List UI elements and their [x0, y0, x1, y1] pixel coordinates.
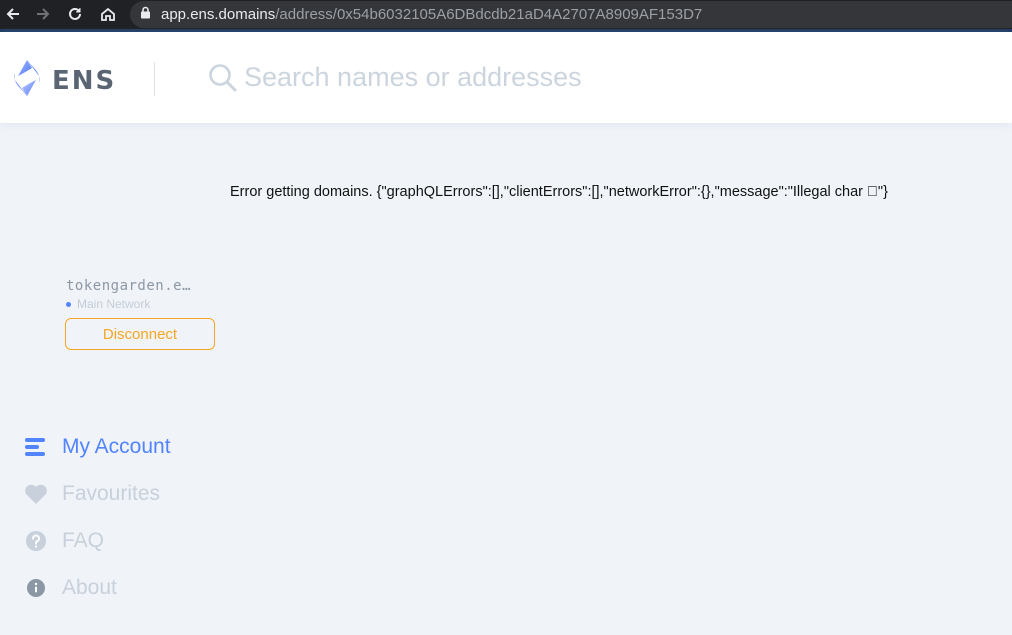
- url-host: app.ens.domains: [161, 6, 276, 23]
- ens-logo[interactable]: ENS: [10, 59, 116, 102]
- forward-arrow-icon[interactable]: [30, 0, 56, 28]
- info-icon: [24, 576, 48, 600]
- address-bar[interactable]: app.ens.domains/address/0x54b6032105A6DB…: [130, 1, 1012, 28]
- sidebar-item-about[interactable]: About: [24, 573, 117, 603]
- reload-icon[interactable]: [62, 0, 88, 28]
- url-path: /address/0x54b6032105A6DBdcdb21aD4A2707A…: [275, 6, 703, 23]
- sidebar-item-favourites[interactable]: Favourites: [24, 479, 160, 509]
- sidebar-item-label: Favourites: [62, 482, 161, 505]
- header-divider: [154, 62, 155, 96]
- question-icon: [24, 529, 48, 553]
- lock-icon: [140, 6, 151, 24]
- url-text: app.ens.domains/address/0x54b6032105A6DB…: [161, 6, 702, 23]
- error-message: Error getting domains. {"graphQLErrors":…: [230, 184, 888, 200]
- app-header: ENS: [0, 32, 1012, 123]
- search-icon: [208, 63, 238, 98]
- account-name: tokengarden.e…: [66, 278, 192, 294]
- sidebar-item-label: FAQ: [62, 529, 105, 552]
- heart-icon: [24, 482, 48, 506]
- ens-logo-icon: [10, 59, 44, 102]
- logo-text: ENS: [52, 65, 117, 96]
- browser-chrome: app.ens.domains/address/0x54b6032105A6DB…: [0, 0, 1012, 32]
- network-status-dot: [66, 301, 71, 307]
- sidebar-item-label: About: [62, 576, 117, 599]
- sidebar-item-my-account[interactable]: My Account: [24, 432, 171, 462]
- sidebar-item-faq[interactable]: FAQ: [24, 526, 104, 556]
- home-icon[interactable]: [95, 0, 121, 28]
- network-label: Main Network: [77, 297, 151, 311]
- disconnect-button[interactable]: Disconnect: [65, 318, 215, 350]
- back-arrow-icon[interactable]: [0, 0, 26, 28]
- network-indicator: Main Network: [66, 297, 150, 311]
- search-input[interactable]: [244, 56, 984, 98]
- account-icon: [24, 435, 48, 459]
- sidebar-item-label: My Account: [62, 435, 171, 458]
